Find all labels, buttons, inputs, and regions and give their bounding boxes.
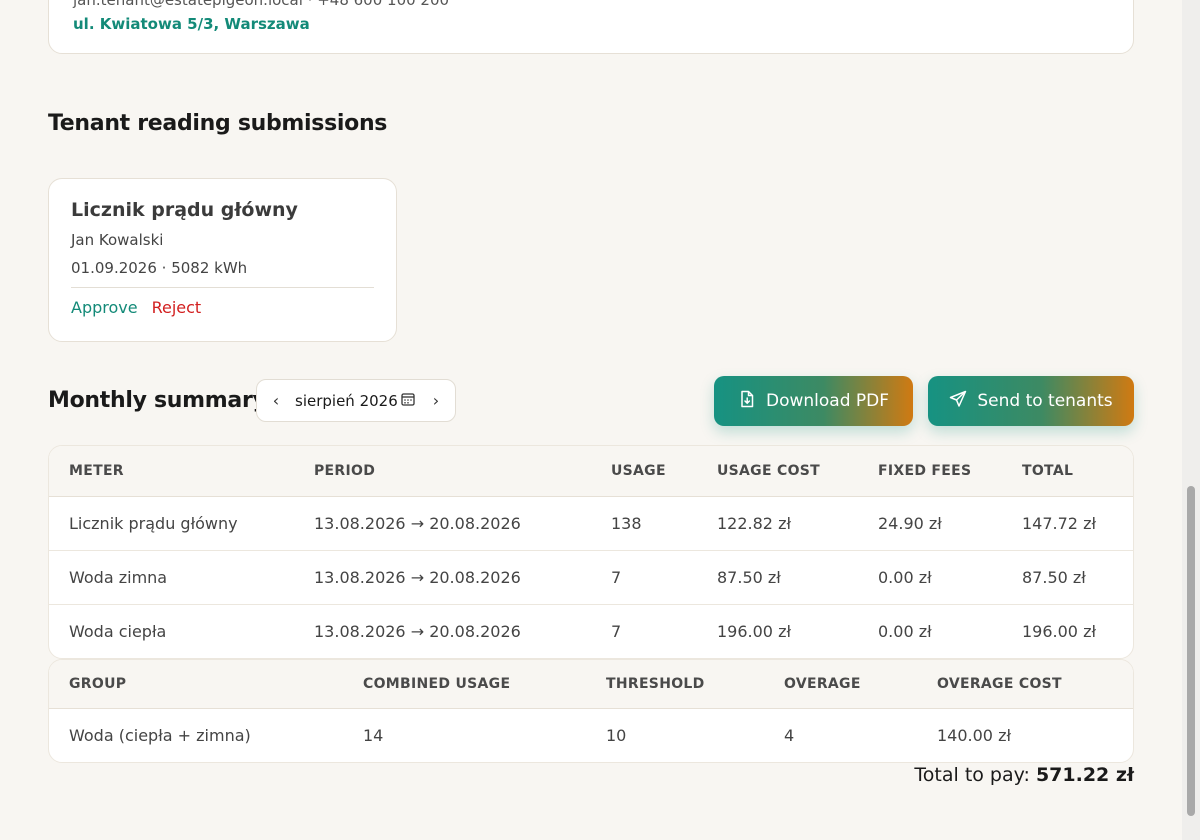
submission-reading: 01.09.2026 · 5082 kWh xyxy=(71,259,248,277)
cell-total: 196.00 zł xyxy=(1022,621,1097,641)
col-period: PERIOD xyxy=(294,446,591,497)
col-fixed-fees: FIXED FEES xyxy=(858,446,1002,497)
col-usage-cost: USAGE COST xyxy=(697,446,858,497)
file-download-icon xyxy=(738,390,756,413)
col-group: GROUP xyxy=(49,660,343,709)
cell-usage-cost: 196.00 zł xyxy=(717,621,792,641)
chevron-right-icon[interactable]: › xyxy=(417,391,455,410)
month-input[interactable] xyxy=(295,391,401,410)
submission-actions: Approve Reject xyxy=(71,298,374,317)
download-pdf-label: Download PDF xyxy=(765,391,890,411)
scrollbar-track[interactable] xyxy=(1182,0,1200,840)
cell-threshold: 10 xyxy=(606,725,627,745)
chevron-left-icon[interactable]: ‹ xyxy=(257,391,295,410)
col-usage: USAGE xyxy=(591,446,697,497)
cell-period: 13.08.2026 → 20.08.2026 xyxy=(314,621,521,641)
col-threshold: THRESHOLD xyxy=(586,660,764,709)
send-to-tenants-label: Send to tenants xyxy=(977,391,1113,411)
table-row: Licznik prądu główny 13.08.2026 → 20.08.… xyxy=(49,496,1133,551)
cell-period: 13.08.2026 → 20.08.2026 xyxy=(294,550,591,605)
col-combined-usage: COMBINED USAGE xyxy=(343,660,586,709)
col-overage-cost: OVERAGE COST xyxy=(917,660,1133,709)
group-summary-table: GROUP COMBINED USAGE THRESHOLD OVERAGE O… xyxy=(48,659,1134,763)
month-picker: ‹ › xyxy=(256,379,456,422)
cell-meter: Woda zimna xyxy=(49,550,294,605)
submission-tenant: Jan Kowalski xyxy=(71,231,164,249)
cell-usage: 138 xyxy=(591,496,697,551)
total-value: 571.22 zł xyxy=(1035,764,1134,786)
cell-meter: Licznik prądu główny xyxy=(49,496,294,551)
submission-meter-name: Licznik prądu główny xyxy=(71,199,298,221)
contact-address: ul. Kwiatowa 5/3, Warszawa xyxy=(73,15,310,33)
table-header-row: METER PERIOD USAGE USAGE COST FIXED FEES… xyxy=(49,446,1133,497)
meter-summary-table: METER PERIOD USAGE USAGE COST FIXED FEES… xyxy=(48,445,1134,659)
divider xyxy=(71,287,374,288)
approve-button[interactable]: Approve xyxy=(71,298,138,317)
cell-group: Woda (ciepła + zimna) xyxy=(69,725,251,745)
submission-card: Licznik prądu główny Jan Kowalski 01.09.… xyxy=(48,178,397,342)
tenant-contact-card: jan.tenant@estatepigeon.local · +48 600 … xyxy=(48,0,1134,54)
send-icon xyxy=(949,390,967,413)
col-overage: OVERAGE xyxy=(764,660,917,709)
cell-usage-cost: 87.50 zł xyxy=(697,550,858,605)
reject-button[interactable]: Reject xyxy=(152,298,202,317)
cell-fixed-fees: 24.90 zł xyxy=(858,496,1002,551)
calendar-icon[interactable] xyxy=(401,392,415,410)
cell-usage: 7 xyxy=(611,621,622,641)
col-total: TOTAL xyxy=(1002,446,1133,497)
table-row: Woda ciepła 13.08.2026 → 20.08.2026 7 19… xyxy=(49,604,1133,658)
cell-meter: Woda ciepła xyxy=(69,621,167,641)
cell-fixed-fees: 0.00 zł xyxy=(858,550,1002,605)
total-label: Total to pay: xyxy=(914,764,1030,786)
cell-usage-cost: 122.82 zł xyxy=(697,496,858,551)
group-row: Woda (ciepła + zimna) 14 10 4 140.00 zł xyxy=(49,708,1133,762)
total-to-pay: Total to pay: 571.22 zł xyxy=(914,764,1134,786)
col-meter: METER xyxy=(49,446,294,497)
send-to-tenants-button[interactable]: Send to tenants xyxy=(928,376,1134,426)
submissions-title: Tenant reading submissions xyxy=(48,111,388,136)
download-pdf-button[interactable]: Download PDF xyxy=(714,376,913,426)
cell-total: 147.72 zł xyxy=(1002,496,1133,551)
monthly-summary-title: Monthly summary xyxy=(48,388,267,413)
cell-fixed-fees: 0.00 zł xyxy=(878,621,932,641)
cell-overage: 4 xyxy=(784,725,795,745)
contact-line: jan.tenant@estatepigeon.local · +48 600 … xyxy=(73,0,450,9)
cell-combined-usage: 14 xyxy=(363,725,384,745)
cell-total: 87.50 zł xyxy=(1002,550,1133,605)
table-row: Woda zimna 13.08.2026 → 20.08.2026 7 87.… xyxy=(49,550,1133,605)
cell-period: 13.08.2026 → 20.08.2026 xyxy=(294,496,591,551)
group-header-row: GROUP COMBINED USAGE THRESHOLD OVERAGE O… xyxy=(49,660,1133,709)
cell-overage-cost: 140.00 zł xyxy=(937,725,1012,745)
scrollbar-thumb[interactable] xyxy=(1187,486,1195,816)
cell-usage: 7 xyxy=(591,550,697,605)
